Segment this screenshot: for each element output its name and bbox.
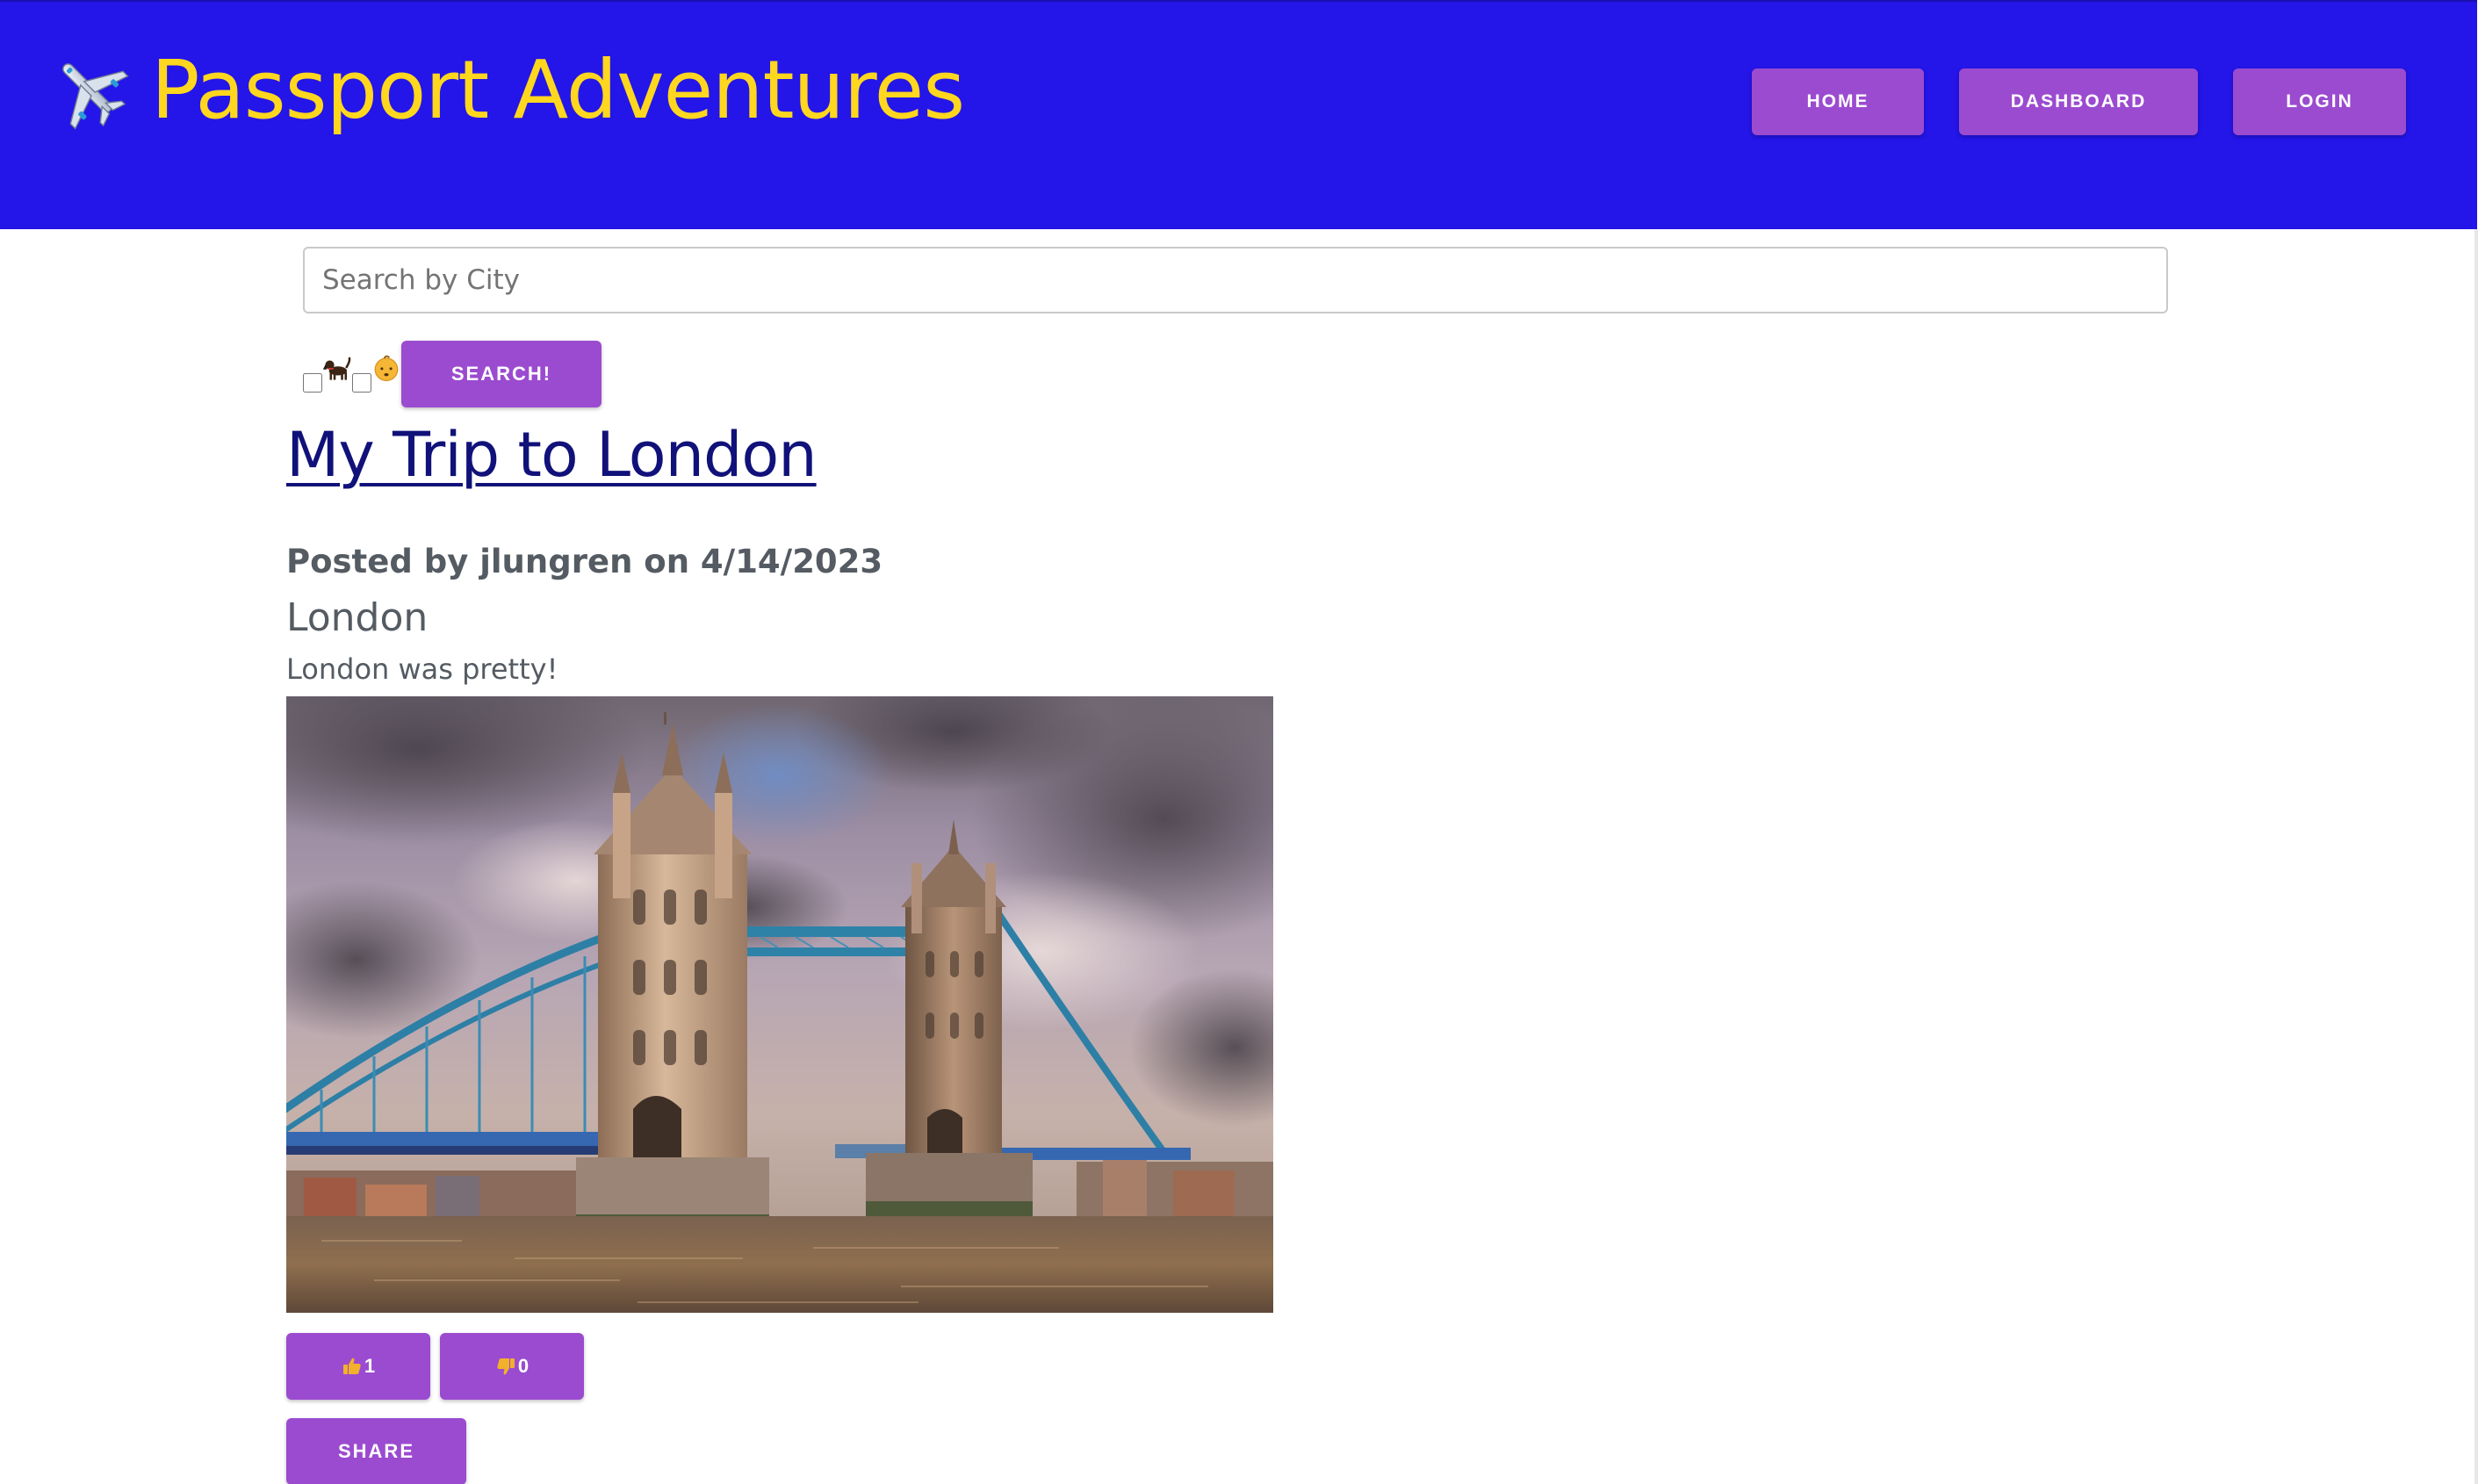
dog-icon [322,357,351,380]
share-button[interactable]: SHARE [286,1418,466,1484]
thumbs-up-icon [342,1358,361,1374]
nav-login-button[interactable]: LOGIN [2233,68,2406,135]
brand[interactable]: Passport Adventures [47,42,965,139]
thumbs-down-icon [497,1358,515,1375]
search-button[interactable]: SEARCH! [401,341,601,407]
like-count: 1 [364,1355,376,1377]
like-button[interactable]: 1 [286,1333,430,1400]
baby-icon [374,355,399,382]
search-filters: SEARCH! [303,341,601,407]
page-scrollbar[interactable] [2474,229,2478,1484]
app-viewport: Passport Adventures HOME DASHBOARD LOGIN [0,0,2478,1484]
post-body: London was pretty! [286,652,558,686]
site-header: Passport Adventures HOME DASHBOARD LOGIN [0,0,2477,229]
dislike-count: 0 [517,1355,529,1377]
site-title: Passport Adventures [151,43,965,137]
nav-home-button[interactable]: HOME [1752,68,1924,135]
post-photo [286,696,1273,1313]
city-search-input[interactable] [303,247,2168,313]
dog-friendly-checkbox[interactable] [303,373,322,393]
kid-friendly-checkbox[interactable] [352,373,371,393]
post-author-date: Posted by jlungren on 4/14/2023 [286,543,883,580]
post-title-link[interactable]: My Trip to London [286,418,818,492]
airplane-icon [62,63,129,130]
dislike-button[interactable]: 0 [440,1333,584,1400]
post-city: London [286,595,429,640]
nav-dashboard-button[interactable]: DASHBOARD [1959,68,2198,135]
